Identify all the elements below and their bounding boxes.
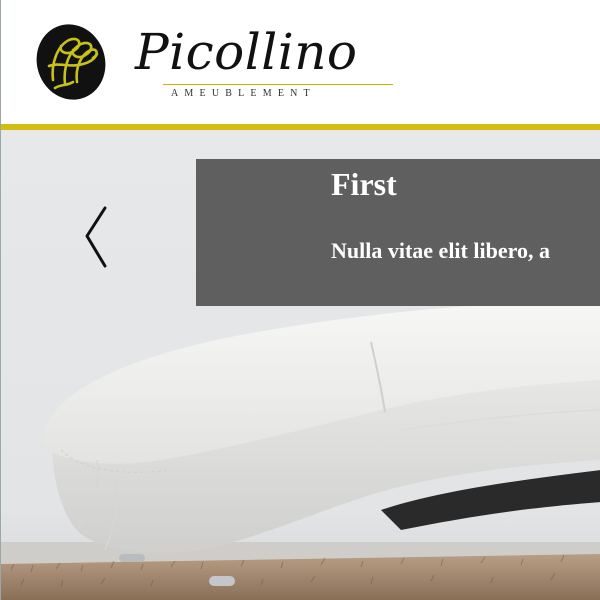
page: Picollino AMEUBLEMENT First Nulla vitae … [0,0,600,600]
logo-link[interactable]: Picollino AMEUBLEMENT [31,18,393,108]
brand-name: Picollino [135,23,358,81]
carousel-prev-button[interactable] [73,200,121,272]
brand-tagline: AMEUBLEMENT [171,88,316,99]
wordmark: Picollino AMEUBLEMENT [117,18,393,108]
monogram-emblem-icon [36,24,106,100]
slide-caption-box [196,159,600,306]
tagline-rule [163,84,393,85]
slide-caption-title: First [331,166,397,202]
site-header: Picollino AMEUBLEMENT [1,0,600,124]
chevron-left-icon [85,206,107,268]
hero-carousel: First Nulla vitae elit libero, a [1,130,600,600]
slide-caption-text: Nulla vitae elit libero, a [331,238,550,263]
